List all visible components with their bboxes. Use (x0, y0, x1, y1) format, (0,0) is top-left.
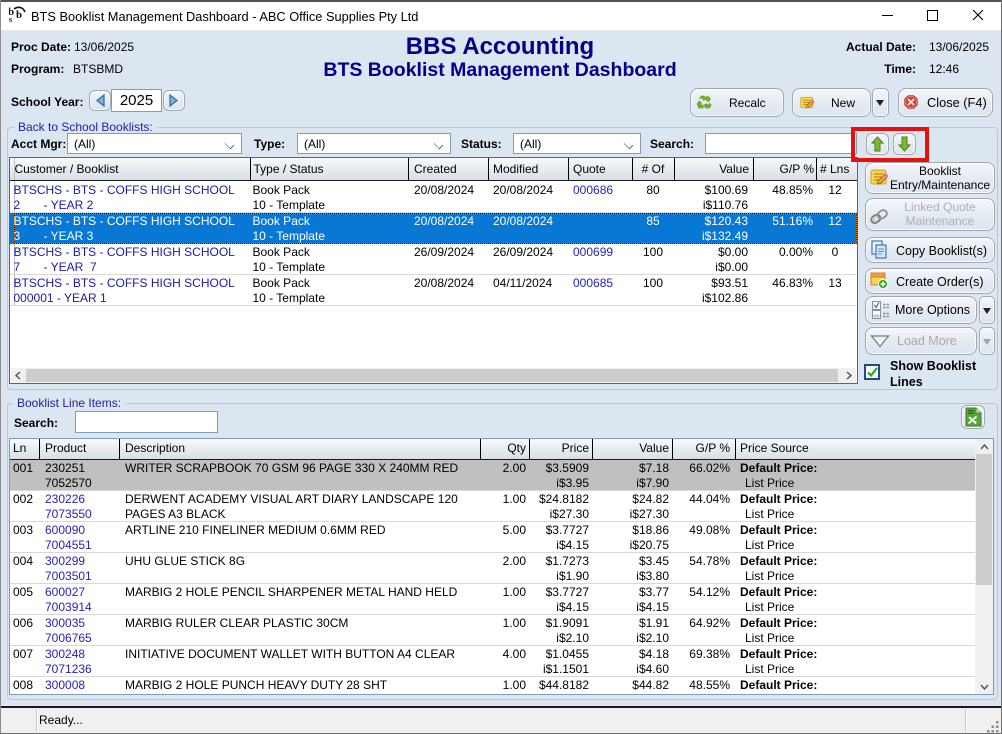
svg-text:s: s (9, 15, 12, 23)
svg-text:b: b (16, 9, 22, 21)
